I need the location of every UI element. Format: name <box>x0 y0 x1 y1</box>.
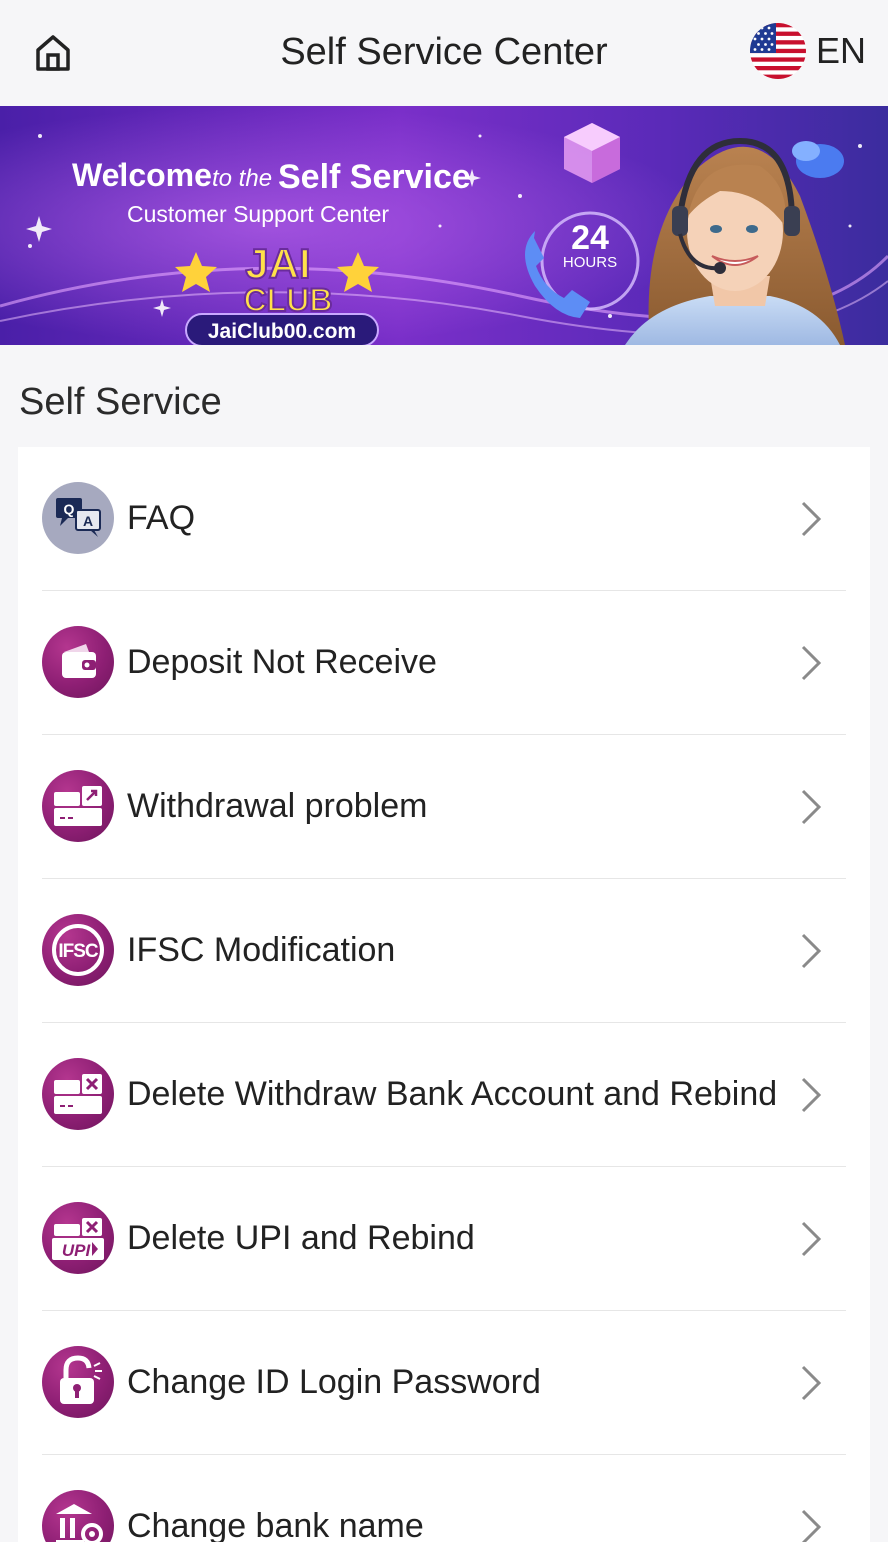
hours-number: 24 <box>571 219 609 257</box>
withdraw-card-icon <box>42 770 114 842</box>
delete-card-icon <box>42 1058 114 1130</box>
chevron-right-icon <box>801 789 822 825</box>
language-selector[interactable]: EN <box>749 22 866 80</box>
list-item-label: Delete Withdraw Bank Account and Rebind <box>127 1075 778 1113</box>
section-title: Self Service <box>19 381 222 423</box>
list-item-ifsc-modification[interactable]: IFSC IFSC Modification <box>42 879 846 1023</box>
list-item-label: Change ID Login Password <box>127 1363 541 1401</box>
list-item-label: Delete UPI and Rebind <box>127 1219 475 1257</box>
svg-text:Q: Q <box>64 501 75 517</box>
banner-subtitle: Customer Support Center <box>127 201 389 227</box>
list-item-label: Deposit Not Receive <box>127 643 437 681</box>
list-item-change-login-password[interactable]: Change ID Login Password <box>42 1311 846 1455</box>
language-code: EN <box>815 30 866 71</box>
delete-upi-icon: UPI <box>42 1202 114 1274</box>
chevron-right-icon <box>801 1509 822 1542</box>
brand-bottom-text: CLUB <box>244 282 333 318</box>
chevron-right-icon <box>801 501 822 537</box>
list-item-deposit-not-receive[interactable]: Deposit Not Receive <box>42 591 846 735</box>
list-item-label: Change bank name <box>127 1507 424 1542</box>
list-item-faq[interactable]: Q A FAQ <box>42 447 846 591</box>
banner-self-service-text: Self Service <box>278 158 471 196</box>
hours-label: HOURS <box>563 254 617 271</box>
lock-icon <box>42 1346 114 1418</box>
list-item-label: FAQ <box>127 499 196 537</box>
welcome-banner: 24 HOURS Welcome to the Self Service Cus… <box>0 106 888 345</box>
brand-site-text: JaiClub00.com <box>208 320 356 343</box>
list-item-label: Withdrawal problem <box>127 787 428 825</box>
self-service-list: Q A FAQ Deposit Not Receive Withdrawal p… <box>18 447 870 1542</box>
list-item-delete-withdraw-bank-account[interactable]: Delete Withdraw Bank Account and Rebind <box>42 1023 846 1167</box>
svg-text:A: A <box>83 513 93 529</box>
brand-top-text: JAI <box>245 240 310 287</box>
chevron-right-icon <box>801 1221 822 1257</box>
chevron-right-icon <box>801 645 822 681</box>
chevron-right-icon <box>801 1365 822 1401</box>
banner-to-the-text: to the <box>212 165 272 192</box>
wallet-icon <box>42 626 114 698</box>
ifsc-icon: IFSC <box>42 914 114 986</box>
svg-text:IFSC: IFSC <box>58 941 99 962</box>
top-bar: Self Service Center EN <box>0 0 888 106</box>
list-item-withdrawal-problem[interactable]: Withdrawal problem <box>42 735 846 879</box>
bank-settings-icon <box>42 1490 114 1542</box>
us-flag-icon <box>749 23 806 79</box>
list-item-delete-upi[interactable]: UPI Delete UPI and Rebind <box>42 1167 846 1311</box>
chevron-right-icon <box>801 1077 822 1113</box>
chevron-right-icon <box>801 933 822 969</box>
faq-icon: Q A <box>42 482 114 554</box>
list-item-label: IFSC Modification <box>127 931 396 969</box>
upi-icon-text: UPI <box>62 1241 92 1260</box>
list-item-change-bank-name[interactable]: Change bank name <box>42 1455 846 1542</box>
banner-welcome-text: Welcome <box>72 157 212 193</box>
